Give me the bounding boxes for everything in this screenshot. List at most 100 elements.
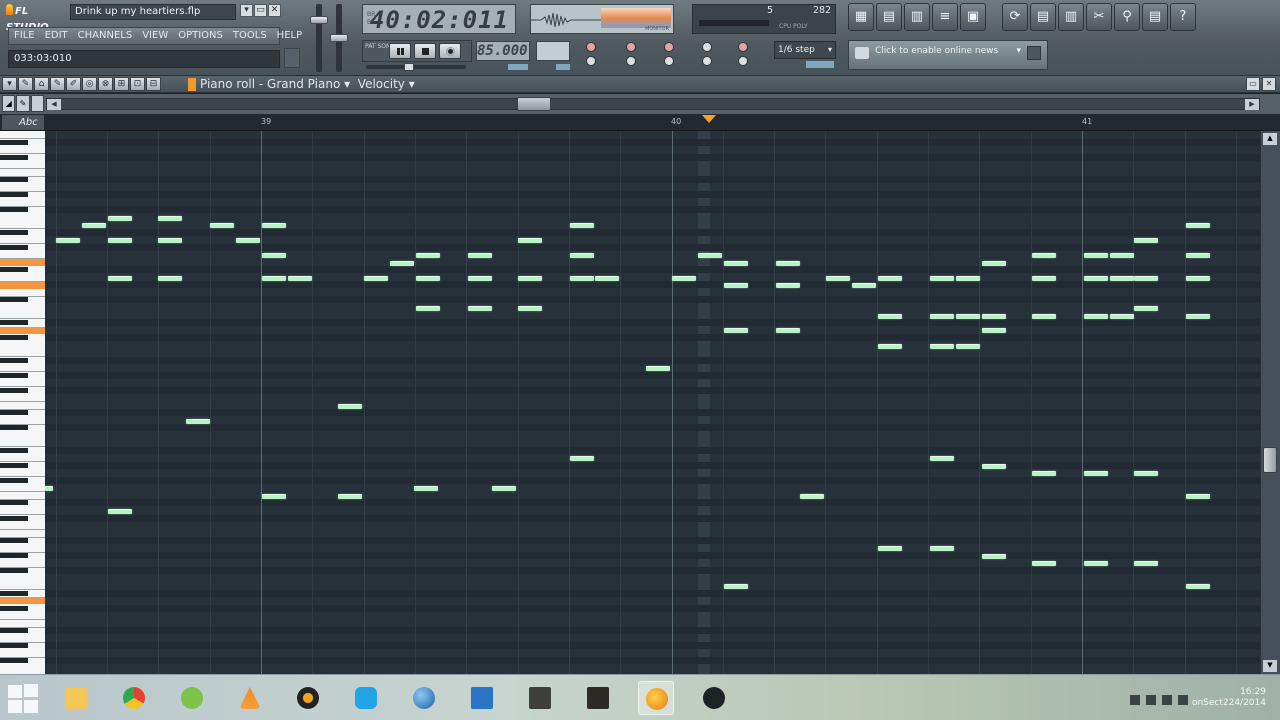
midi-note[interactable] — [45, 486, 53, 491]
utorrent-icon[interactable] — [174, 681, 210, 715]
midi-note[interactable] — [416, 306, 440, 311]
midi-note[interactable] — [956, 344, 980, 349]
velocity-dropdown-icon[interactable]: ▾ — [409, 77, 415, 91]
piano-black-key[interactable] — [0, 643, 28, 649]
piano-white-key[interactable] — [0, 439, 45, 448]
typing-keyboard-icon[interactable] — [626, 42, 636, 52]
piano-white-key[interactable] — [0, 364, 45, 373]
midi-note[interactable] — [1134, 276, 1158, 281]
piano-black-key[interactable] — [0, 372, 28, 378]
piano-black-key[interactable] — [0, 515, 28, 521]
piano-black-key[interactable] — [0, 500, 28, 506]
piano-black-key[interactable] — [0, 357, 28, 363]
midi-note[interactable] — [288, 276, 312, 281]
midi-note[interactable] — [930, 456, 954, 461]
piano-white-key[interactable] — [0, 491, 45, 500]
title-dropdown-icon[interactable]: ▾ — [344, 77, 350, 91]
close-button[interactable]: ✕ — [268, 4, 281, 17]
automation-icon[interactable] — [738, 56, 748, 66]
select-tool-icon[interactable]: ⊞ — [114, 77, 129, 91]
midi-note[interactable] — [56, 238, 80, 243]
midi-note[interactable] — [672, 276, 696, 281]
midi-note[interactable] — [1186, 223, 1210, 228]
midi-note[interactable] — [1186, 253, 1210, 258]
multilink-icon[interactable] — [702, 56, 712, 66]
mixer-button[interactable]: ▣ — [960, 3, 986, 31]
midi-note[interactable] — [518, 238, 542, 243]
midi-note[interactable] — [262, 253, 286, 258]
midi-note[interactable] — [186, 419, 210, 424]
scroll-right-arrow[interactable]: ▶ — [1245, 99, 1259, 110]
piano-key-highlighted[interactable] — [0, 326, 45, 334]
overdub-icon[interactable] — [738, 42, 748, 52]
cut-button[interactable]: ✂ — [1086, 3, 1112, 31]
midi-note[interactable] — [1084, 561, 1108, 566]
slider-knob[interactable] — [404, 63, 414, 71]
midi-note[interactable] — [646, 366, 670, 371]
vlc-icon[interactable] — [232, 681, 268, 715]
midi-note[interactable] — [698, 253, 722, 258]
piano-white-key[interactable] — [0, 311, 45, 320]
midi-note[interactable] — [210, 223, 234, 228]
snap-selector[interactable]: 1/6 step — [774, 41, 836, 59]
piano-roll-button[interactable]: ▥ — [904, 3, 930, 31]
playback-tool-icon[interactable]: ⊟ — [146, 77, 161, 91]
midi-note[interactable] — [956, 314, 980, 319]
step-edit-icon[interactable] — [586, 56, 596, 66]
metronome-icon[interactable] — [664, 42, 674, 52]
notes-button[interactable]: ▤ — [1142, 3, 1168, 31]
news-settings-icon[interactable] — [1027, 46, 1041, 60]
midi-note[interactable] — [776, 328, 800, 333]
midi-note[interactable] — [518, 276, 542, 281]
piano-black-key[interactable] — [0, 297, 28, 303]
midi-note[interactable] — [1134, 238, 1158, 243]
piano-key-highlighted[interactable] — [0, 258, 45, 266]
midi-note[interactable] — [1134, 306, 1158, 311]
midi-note[interactable] — [1186, 494, 1210, 499]
midi-note[interactable] — [492, 486, 516, 491]
midi-note[interactable] — [158, 238, 182, 243]
piano-black-key[interactable] — [0, 538, 28, 544]
midi-note[interactable] — [724, 261, 748, 266]
piano-black-key[interactable] — [0, 139, 28, 145]
playlist-button[interactable]: ▦ — [848, 3, 874, 31]
piano-white-key[interactable] — [0, 469, 45, 478]
note-names-toggle[interactable]: Abc — [2, 115, 44, 130]
game-icon[interactable] — [522, 681, 558, 715]
midi-note[interactable] — [956, 276, 980, 281]
piano-black-key[interactable] — [0, 605, 28, 611]
midi-note[interactable] — [338, 494, 362, 499]
piano-white-key[interactable] — [0, 559, 45, 568]
midi-note[interactable] — [852, 283, 876, 288]
piano-black-key[interactable] — [0, 462, 28, 468]
piano-white-key[interactable] — [0, 619, 45, 628]
piano-white-key[interactable] — [0, 273, 45, 282]
oscilloscope[interactable]: MONITOR — [530, 4, 674, 34]
midi-note[interactable] — [364, 276, 388, 281]
google-earth-icon[interactable] — [406, 681, 442, 715]
zoom-slider-icon[interactable]: ◢ — [2, 95, 16, 112]
midi-note[interactable] — [878, 276, 902, 281]
vertical-scroll-thumb[interactable] — [1263, 447, 1277, 473]
midi-note[interactable] — [982, 554, 1006, 559]
minimize-button[interactable]: ▾ — [240, 4, 253, 17]
midi-note[interactable] — [982, 314, 1006, 319]
midi-note[interactable] — [1186, 584, 1210, 589]
menu-edit[interactable]: EDIT — [40, 28, 73, 44]
piano-white-key[interactable] — [0, 401, 45, 410]
fl-logo[interactable]: FL STUDIO — [6, 4, 68, 33]
delete-tool-icon[interactable]: ◎ — [82, 77, 97, 91]
midi-note[interactable] — [1084, 253, 1108, 258]
game-icon[interactable] — [580, 681, 616, 715]
menu-view[interactable]: VIEW — [137, 28, 173, 44]
fader-knob[interactable] — [310, 16, 328, 24]
piano-white-key[interactable] — [0, 416, 45, 425]
midi-note[interactable] — [570, 253, 594, 258]
midi-note[interactable] — [468, 253, 492, 258]
pencil-small-icon[interactable]: ✎ — [16, 95, 30, 112]
midi-note[interactable] — [878, 314, 902, 319]
master-pitch-fader[interactable] — [330, 4, 348, 72]
record-button[interactable] — [439, 43, 461, 59]
midi-note[interactable] — [982, 464, 1006, 469]
export-button[interactable]: ▥ — [1058, 3, 1084, 31]
